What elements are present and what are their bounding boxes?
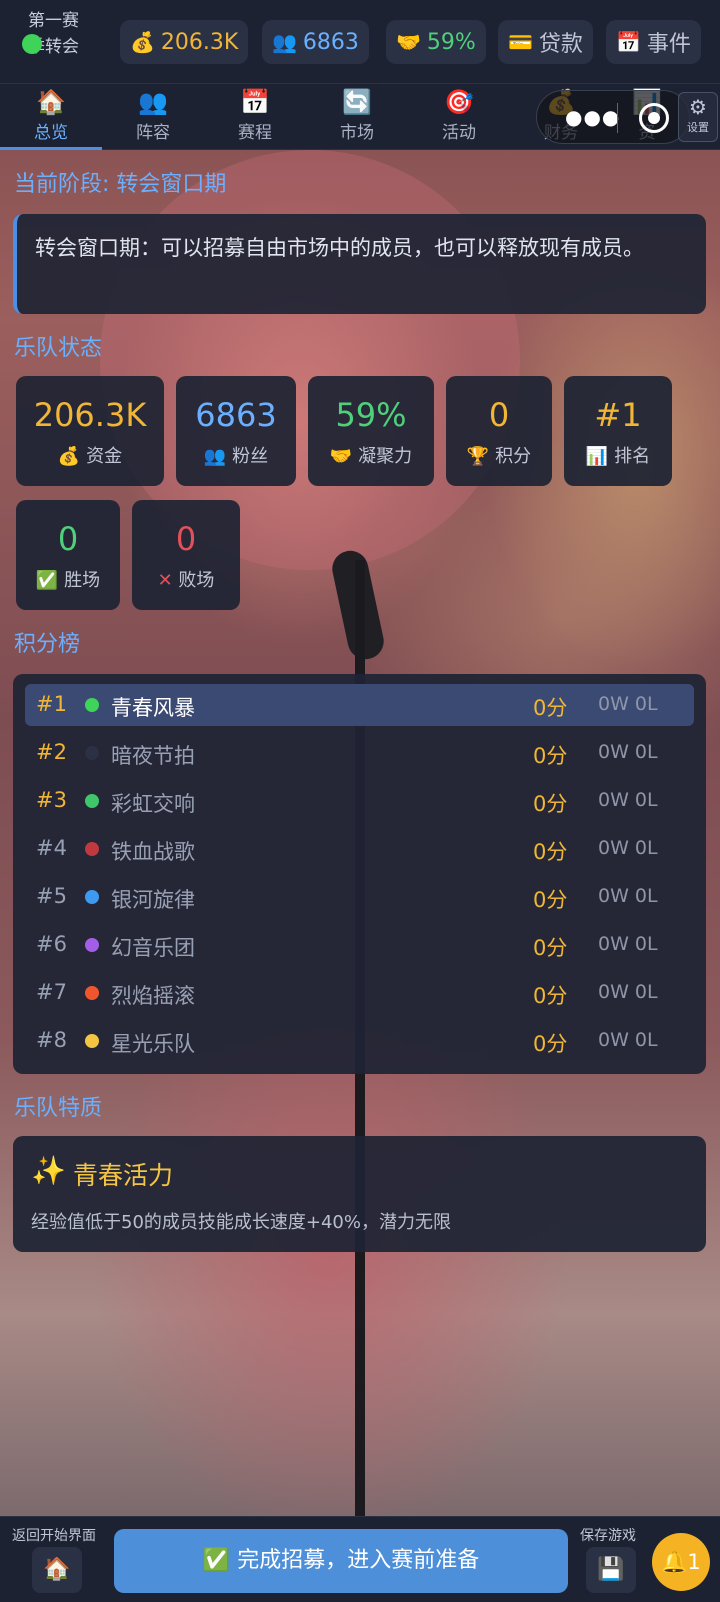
people-icon: 👥 — [138, 88, 168, 116]
finish-recruitment-button[interactable]: ✅ 完成招募，进入赛前准备 — [114, 1529, 568, 1593]
miniprogram-capsule: ●●● — [536, 90, 690, 144]
notification-button[interactable]: 🔔1 — [652, 1533, 710, 1591]
refresh-icon: 🔄 — [342, 88, 372, 116]
standings-heading: 积分榜 — [14, 632, 81, 657]
money-chip: 💰 206.3K — [120, 20, 249, 64]
stat-value: 6863 — [195, 396, 277, 434]
fans-icon: 👥 — [272, 30, 297, 54]
house-icon: 🏠 — [36, 88, 66, 116]
phase-heading: 当前阶段: 转会窗口期 — [14, 172, 227, 197]
stat-value: #1 — [594, 396, 642, 434]
bottom-action-bar: 返回开始界面 🏠 ✅ 完成招募，进入赛前准备 保存游戏 💾 🔔1 — [0, 1516, 720, 1602]
stat-value: 0 — [175, 520, 197, 558]
trait-description: 经验值低于50的成员技能成长速度+40%，潜力无限 — [31, 1212, 451, 1233]
season-indicator: 第一赛季转会 — [22, 8, 88, 60]
main-tab-bar: 🏠 总览 👥 阵容 📅 赛程 🔄 市场 🎯 活动 💰 财务 📊 资 ●●● ⚙ … — [0, 84, 720, 150]
money-bag-icon: 💰 — [130, 30, 155, 54]
trait-title: 青春活力 — [73, 1161, 174, 1190]
gear-icon: ⚙ — [689, 95, 707, 119]
fans-chip: 👥 6863 — [262, 20, 369, 64]
money-bag-icon: 💰 — [57, 446, 81, 467]
table-row[interactable]: #6 幻音乐团 0分 0W 0L — [25, 924, 694, 966]
check-icon: ✅ — [35, 570, 59, 591]
online-status-dot — [22, 34, 42, 54]
target-icon: 🎯 — [444, 88, 474, 116]
table-row[interactable]: #8 星光乐队 0分 0W 0L — [25, 1020, 694, 1062]
team-color-dot — [85, 1034, 99, 1048]
phase-description: 转会窗口期：可以招募自由市场中的成员，也可以释放现有成员。 — [35, 236, 644, 260]
trait-heading: 乐队特质 — [14, 1096, 103, 1121]
floppy-disk-icon: 💾 — [597, 1557, 625, 1582]
bell-icon: 🔔 — [661, 1550, 688, 1574]
check-icon: ✅ — [202, 1548, 231, 1573]
table-row[interactable]: #7 烈焰摇滚 0分 0W 0L — [25, 972, 694, 1014]
stat-card-money: 206.3K 💰 资金 — [16, 376, 164, 486]
trophy-icon: 🏆 — [466, 446, 490, 467]
phase-description-card: 转会窗口期：可以招募自由市场中的成员，也可以释放现有成员。 — [13, 214, 706, 314]
table-row[interactable]: #5 银河旋律 0分 0W 0L — [25, 876, 694, 918]
table-row[interactable]: #4 铁血战歌 0分 0W 0L — [25, 828, 694, 870]
save-game-button[interactable]: 💾 — [586, 1547, 636, 1593]
close-miniprogram-icon[interactable] — [639, 103, 669, 133]
back-to-start-label: 返回开始界面 — [12, 1528, 96, 1544]
handshake-icon: 🤝 — [396, 30, 421, 54]
card-icon: 💳 — [508, 30, 533, 54]
fans-icon: 👥 — [203, 446, 227, 467]
table-row[interactable]: #3 彩虹交响 0分 0W 0L — [25, 780, 694, 822]
notification-count: 1 — [687, 1550, 701, 1574]
tab-schedule[interactable]: 📅 赛程 — [204, 84, 306, 150]
team-color-dot — [85, 842, 99, 856]
status-heading: 乐队状态 — [14, 336, 103, 361]
team-color-dot — [85, 794, 99, 808]
sparkles-icon: ✨ — [31, 1154, 66, 1187]
team-color-dot — [85, 890, 99, 904]
stat-card-rank: #1 📊 排名 — [564, 376, 672, 486]
stat-value: 0 — [488, 396, 510, 434]
tab-activities[interactable]: 🎯 活动 — [408, 84, 510, 150]
stat-card-wins: 0 ✅ 胜场 — [16, 500, 120, 610]
table-row[interactable]: #1 青春风暴 0分 0W 0L — [25, 684, 694, 726]
team-color-dot — [85, 746, 99, 760]
tab-roster[interactable]: 👥 阵容 — [102, 84, 204, 150]
cohesion-chip: 🤝 59% — [386, 20, 486, 64]
handshake-icon: 🤝 — [329, 446, 353, 467]
team-color-dot — [85, 938, 99, 952]
house-icon: 🏠 — [43, 1557, 71, 1582]
top-status-bar: 第一赛季转会 💰 206.3K 👥 6863 🤝 59% 💳 贷款 📅 事件 — [0, 0, 720, 84]
save-game-label: 保存游戏 — [580, 1528, 636, 1544]
back-to-start-button[interactable]: 🏠 — [32, 1547, 82, 1593]
stat-card-points: 0 🏆 积分 — [446, 376, 552, 486]
stat-value: 59% — [335, 396, 407, 434]
more-options-icon[interactable]: ●●● — [565, 105, 620, 129]
table-row[interactable]: #2 暗夜节拍 0分 0W 0L — [25, 732, 694, 774]
bar-chart-icon: 📊 — [585, 446, 609, 467]
team-color-dot — [85, 698, 99, 712]
stat-card-cohesion: 59% 🤝 凝聚力 — [308, 376, 434, 486]
standings-table: #1 青春风暴 0分 0W 0L #2 暗夜节拍 0分 0W 0L #3 彩虹交… — [13, 674, 706, 1074]
trait-card: ✨ 青春活力 经验值低于50的成员技能成长速度+40%，潜力无限 — [13, 1136, 706, 1252]
calendar-icon: 📅 — [240, 88, 270, 116]
stat-card-fans: 6863 👥 粉丝 — [176, 376, 296, 486]
stat-card-losses: 0 ✕ 败场 — [132, 500, 240, 610]
calendar-icon: 📅 — [616, 30, 641, 54]
tab-overview[interactable]: 🏠 总览 — [0, 84, 102, 150]
loan-button[interactable]: 💳 贷款 — [498, 20, 593, 64]
events-button[interactable]: 📅 事件 — [606, 20, 701, 64]
cross-icon: ✕ — [157, 570, 173, 591]
team-color-dot — [85, 986, 99, 1000]
tab-market[interactable]: 🔄 市场 — [306, 84, 408, 150]
stat-value: 206.3K — [33, 396, 147, 434]
settings-button[interactable]: ⚙ 设置 — [678, 92, 718, 142]
stat-value: 0 — [57, 520, 79, 558]
